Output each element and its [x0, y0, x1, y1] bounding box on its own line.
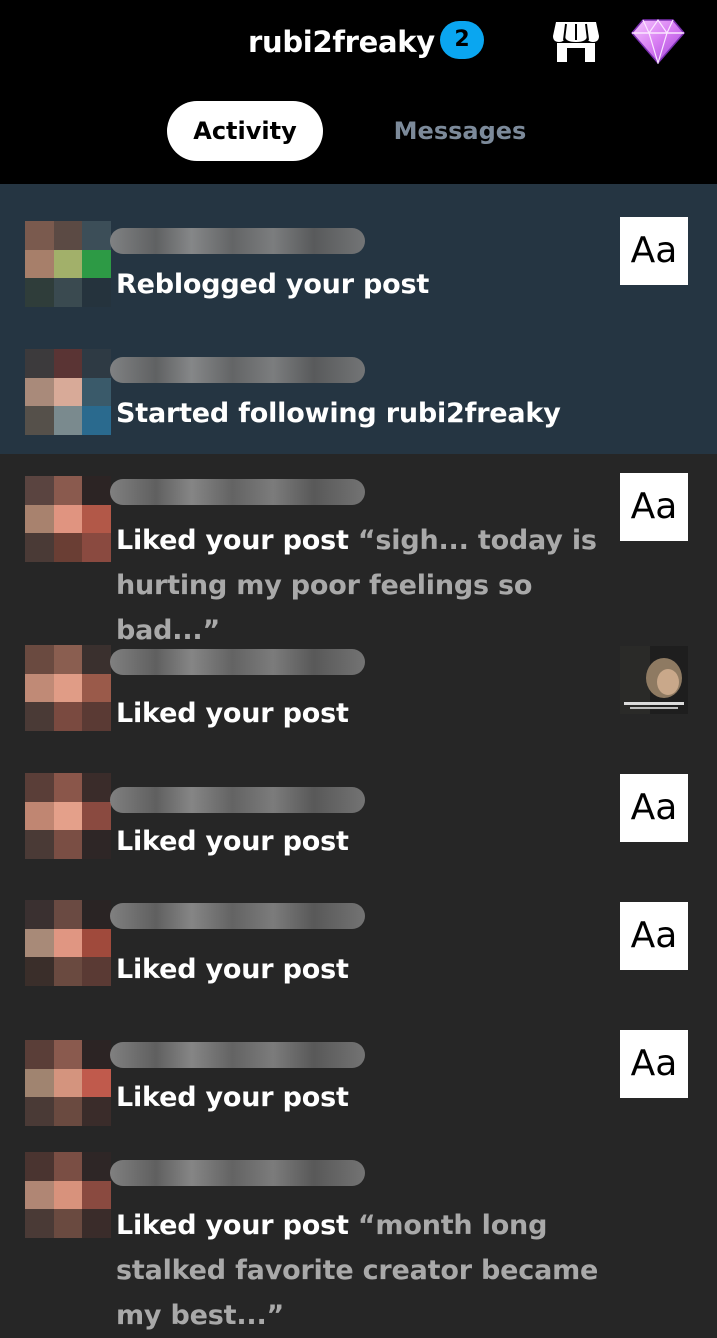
list-item[interactable]: Liked your post Aa — [0, 890, 717, 1018]
post-thumbnail[interactable]: Aa — [620, 473, 688, 541]
blurred-username[interactable] — [110, 228, 365, 254]
notification-text: Liked your post — [116, 1075, 636, 1120]
blurred-username[interactable] — [110, 479, 365, 505]
notification-text: Liked your post “sigh... today is hurtin… — [116, 518, 636, 653]
post-thumbnail[interactable]: Aa — [620, 217, 688, 285]
notification-action: Liked your post — [116, 1210, 349, 1241]
avatar[interactable] — [25, 645, 111, 731]
avatar[interactable] — [25, 221, 111, 307]
blurred-username[interactable] — [110, 649, 365, 675]
post-image-thumbnail[interactable] — [620, 646, 688, 714]
list-item[interactable]: Liked your post “month long stalked favo… — [0, 1146, 717, 1331]
notification-text: Liked your post — [116, 819, 636, 864]
shop-icon[interactable] — [553, 20, 599, 62]
unread-count-badge: 2 — [440, 21, 484, 59]
blog-name[interactable]: rubi2freaky — [248, 22, 435, 62]
list-item[interactable]: Liked your post Aa — [0, 762, 717, 890]
list-item[interactable]: Started following rubi2freaky — [0, 319, 717, 454]
blurred-username[interactable] — [110, 903, 365, 929]
notification-text: Liked your post “month long stalked favo… — [116, 1203, 636, 1338]
tab-messages[interactable]: Messages — [380, 101, 540, 161]
list-item[interactable]: Liked your post “sigh... today is hurtin… — [0, 454, 717, 646]
notification-action: Liked your post — [116, 954, 349, 985]
avatar[interactable] — [25, 900, 111, 986]
notification-action: Liked your post — [116, 525, 349, 556]
blurred-username[interactable] — [110, 1160, 365, 1186]
avatar[interactable] — [25, 349, 111, 435]
list-item[interactable]: Liked your post — [0, 634, 717, 762]
avatar[interactable] — [25, 773, 111, 859]
blurred-username[interactable] — [110, 1042, 365, 1068]
notification-text: Started following rubi2freaky — [116, 391, 636, 436]
post-thumbnail[interactable]: Aa — [620, 902, 688, 970]
notification-action: Started following rubi2freaky — [116, 398, 561, 429]
photo-icon — [620, 646, 688, 714]
avatar[interactable] — [25, 1040, 111, 1126]
gem-icon[interactable] — [631, 18, 685, 64]
post-thumbnail[interactable]: Aa — [620, 1030, 688, 1098]
notification-text: Liked your post — [116, 947, 636, 992]
notification-text: Reblogged your post — [116, 262, 636, 307]
notification-action: Reblogged your post — [116, 269, 430, 300]
avatar[interactable] — [25, 476, 111, 562]
list-item[interactable]: Reblogged your post Aa — [0, 184, 717, 319]
blurred-username[interactable] — [110, 787, 365, 813]
notification-text: Liked your post — [116, 691, 636, 736]
notification-action: Liked your post — [116, 826, 349, 857]
post-thumbnail[interactable]: Aa — [620, 774, 688, 842]
list-item[interactable]: Liked your post Aa — [0, 1018, 717, 1146]
avatar[interactable] — [25, 1152, 111, 1238]
notification-action: Liked your post — [116, 1082, 349, 1113]
notification-action: Liked your post — [116, 698, 349, 729]
header-bar: rubi2freaky 2 Activity Messages — [0, 0, 717, 184]
blurred-username[interactable] — [110, 357, 365, 383]
tab-activity[interactable]: Activity — [167, 101, 323, 161]
